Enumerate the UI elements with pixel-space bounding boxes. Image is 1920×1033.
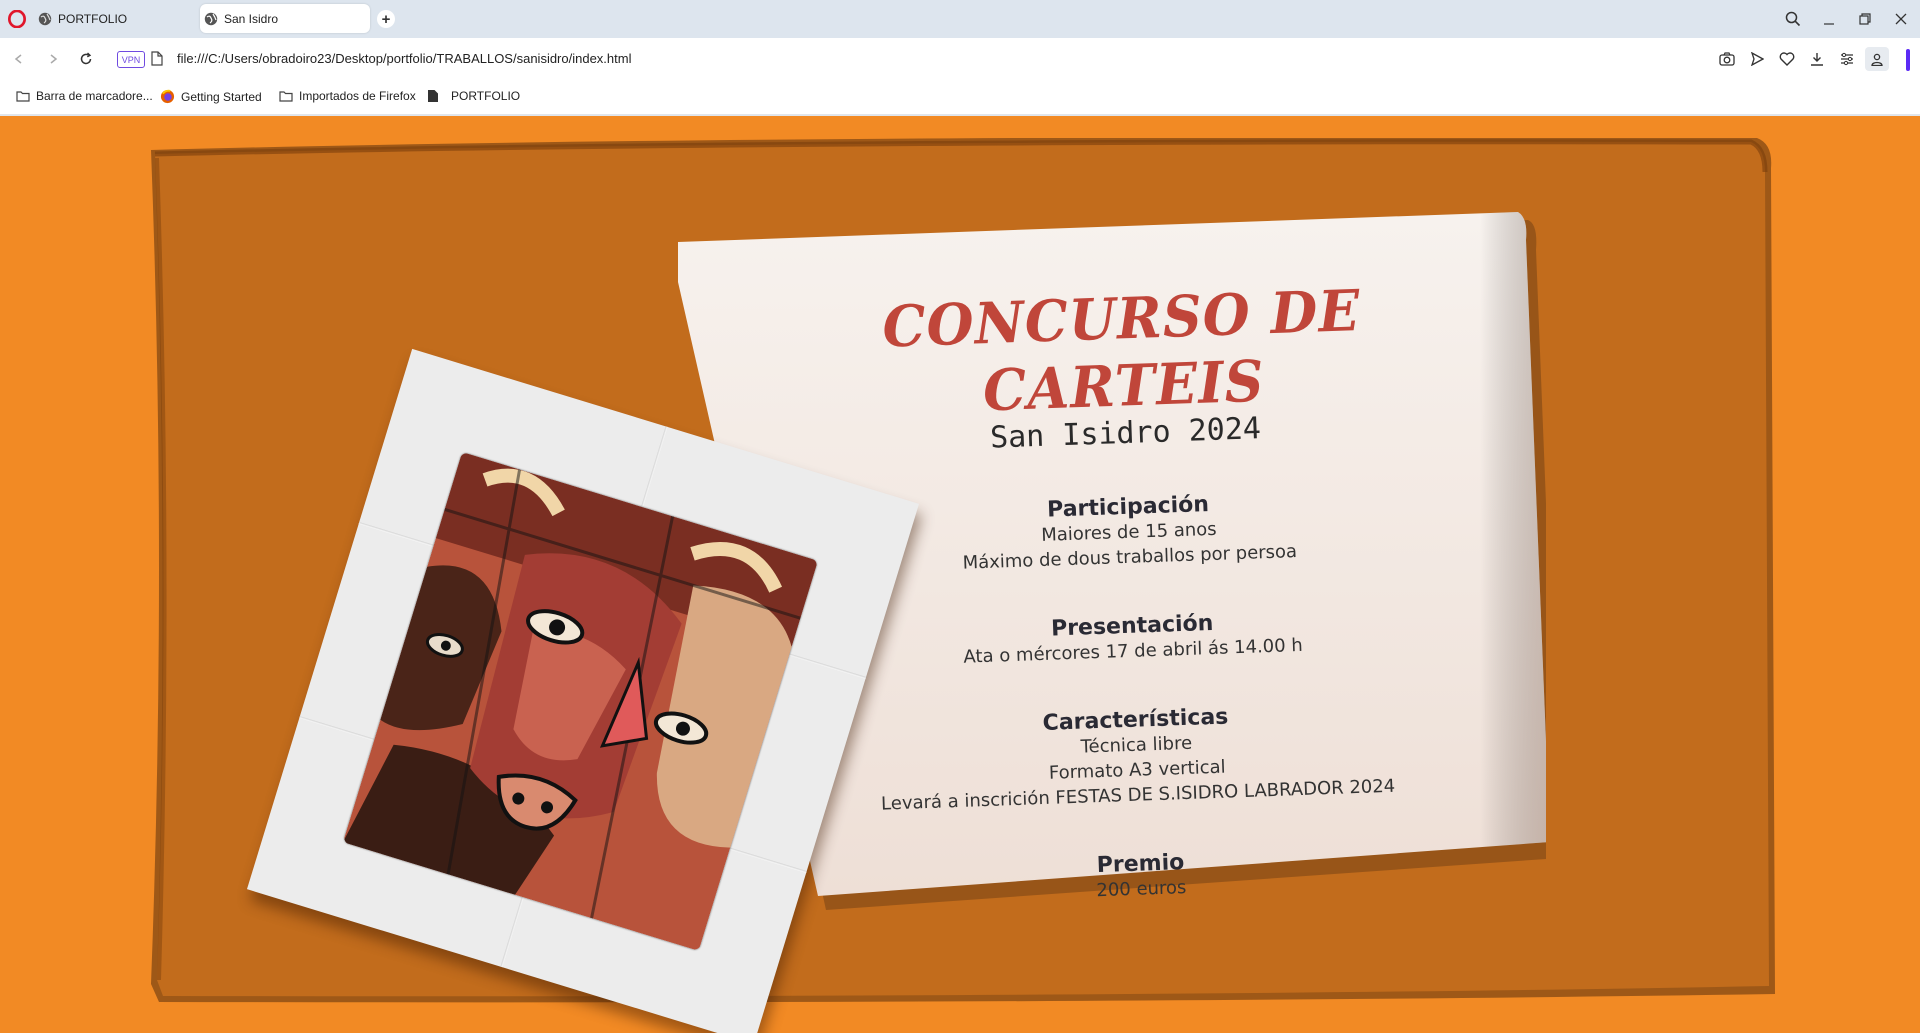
minimize-button[interactable]: [1818, 8, 1840, 30]
address-bar: VPN file:///C:/Users/obradoiro23/Desktop…: [0, 38, 1920, 80]
contest-info: CONCURSO DE CARTEIS San Isidro 2024 Part…: [760, 263, 1504, 988]
heart-icon: [1779, 52, 1795, 66]
bookmark-label: Barra de marcadore...: [36, 89, 153, 103]
bookmark-label: Importados de Firefox: [299, 89, 416, 103]
chevron-left-icon: [14, 54, 22, 64]
url-field[interactable]: file:///C:/Users/obradoiro23/Desktop/por…: [177, 51, 631, 66]
search-icon: [1785, 11, 1801, 27]
new-tab-button[interactable]: +: [377, 10, 395, 28]
bookmark-getting-started[interactable]: Getting Started: [160, 89, 262, 104]
forward-button[interactable]: [42, 48, 64, 70]
tab-bar: PORTFOLIO San Isidro +: [0, 0, 1920, 38]
file-icon[interactable]: [151, 51, 163, 66]
sidebar-toggle[interactable]: [1906, 49, 1910, 71]
close-icon: [1895, 13, 1907, 25]
easy-setup-button[interactable]: [1837, 49, 1857, 69]
opera-logo-icon[interactable]: [8, 10, 26, 28]
bookmark-portfolio[interactable]: PORTFOLIO: [427, 89, 520, 103]
section-participacion: Participación Maiores de 15 anos Máximo …: [768, 482, 1490, 582]
restore-icon: [1859, 13, 1871, 25]
tab-label: San Isidro: [224, 11, 279, 26]
bookmarks-bar: Barra de marcadore... Getting Started Im…: [0, 80, 1920, 115]
bookmark-label: PORTFOLIO: [451, 89, 521, 103]
section-premio: Premio 200 euros: [780, 839, 1501, 914]
reload-icon: [80, 52, 92, 65]
settings-sliders-icon: [1841, 52, 1853, 66]
tab-san-isidro[interactable]: San Isidro: [200, 4, 370, 33]
folder-icon: [279, 91, 293, 102]
bookmark-importados-de-firefox[interactable]: Importados de Firefox: [279, 89, 416, 103]
back-button[interactable]: [8, 48, 30, 70]
bull-artwork-image[interactable]: [342, 452, 818, 951]
send-button[interactable]: [1747, 49, 1767, 69]
page-viewport: CONCURSO DE CARTEIS San Isidro 2024 Part…: [0, 116, 1920, 1033]
downloads-button[interactable]: [1807, 49, 1827, 69]
user-icon: [1871, 53, 1883, 66]
document-icon: [428, 90, 438, 102]
profile-button[interactable]: [1865, 47, 1889, 71]
bookmark-label: Getting Started: [181, 89, 262, 104]
bookmark-barra-de-marcadores[interactable]: Barra de marcadore...: [16, 89, 153, 103]
camera-icon: [1719, 52, 1735, 66]
tab-portfolio[interactable]: PORTFOLIO: [34, 4, 194, 33]
send-icon: [1750, 52, 1764, 66]
reload-button[interactable]: [75, 48, 97, 70]
favorite-button[interactable]: [1777, 49, 1797, 69]
restore-button[interactable]: [1854, 8, 1876, 30]
close-button[interactable]: [1890, 8, 1912, 30]
snapshot-button[interactable]: [1717, 49, 1737, 69]
download-icon: [1811, 53, 1823, 66]
contest-title: CONCURSO DE CARTEIS: [881, 276, 1362, 425]
folder-icon: [16, 91, 30, 102]
search-tabs-button[interactable]: [1782, 8, 1804, 30]
chevron-right-icon: [50, 54, 58, 64]
firefox-icon: [160, 89, 175, 104]
minimize-icon: [1824, 23, 1834, 25]
globe-icon: [38, 12, 52, 25]
vpn-badge[interactable]: VPN: [117, 51, 145, 68]
section-presentacion: Presentación Ata o mércores 17 de abril …: [772, 601, 1493, 676]
tab-label: PORTFOLIO: [58, 11, 128, 26]
globe-icon: [204, 12, 218, 25]
section-caracteristicas: Características Técnica libre Formato A3…: [775, 695, 1498, 820]
